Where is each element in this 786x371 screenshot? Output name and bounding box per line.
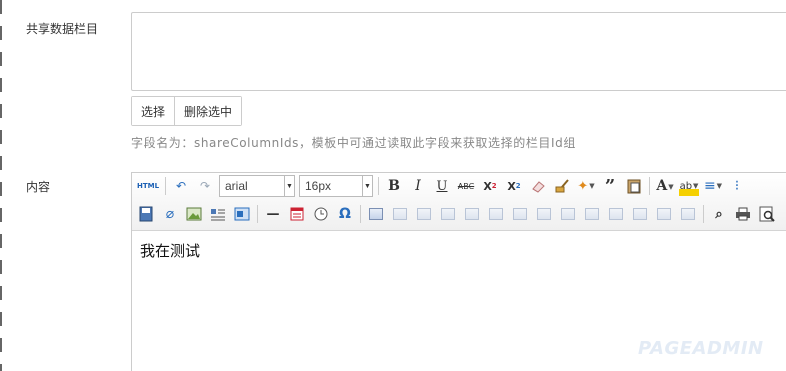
toolbar-separator: [649, 177, 650, 195]
split-cells-icon[interactable]: [609, 208, 623, 220]
table-properties-icon[interactable]: [681, 208, 695, 220]
content-label: 内容: [26, 180, 51, 194]
redo-icon[interactable]: ↷: [195, 176, 215, 196]
date-icon[interactable]: [289, 206, 305, 222]
toolbar-row-2: ⌀ — Ω ⌕: [136, 203, 781, 225]
html-source-icon[interactable]: HTML: [136, 176, 160, 196]
horizontal-rule-icon[interactable]: —: [263, 204, 283, 224]
delete-row-icon[interactable]: [465, 208, 479, 220]
image-icon[interactable]: [186, 206, 202, 222]
merge-cells-icon[interactable]: [537, 208, 551, 220]
undo-icon[interactable]: ↶: [171, 176, 191, 196]
underline-icon[interactable]: U: [432, 176, 452, 196]
pageadmin-watermark: PAGEADMIN: [638, 338, 764, 359]
merge-right-icon[interactable]: [561, 208, 575, 220]
preview-icon[interactable]: [759, 206, 775, 222]
eraser-icon[interactable]: [530, 178, 546, 194]
attachment-icon[interactable]: ⌀: [160, 204, 180, 224]
share-columns-buttons: 选择 删除选中: [131, 96, 243, 126]
highlight-color-icon[interactable]: ab ▼: [679, 176, 699, 196]
toolbar-separator: [165, 177, 166, 195]
toolbar-separator: [378, 177, 379, 195]
paste-text-icon[interactable]: [626, 178, 642, 194]
save-icon[interactable]: [138, 206, 154, 222]
find-icon[interactable]: ⌕: [709, 204, 729, 224]
delete-column-icon[interactable]: [513, 208, 527, 220]
editor-content[interactable]: 我在测试: [132, 231, 786, 270]
chevron-down-icon: ▼: [284, 176, 294, 196]
ordered-list-icon[interactable]: ≡ ▼: [703, 176, 723, 196]
insert-table-icon[interactable]: [369, 208, 383, 220]
font-size-value: 16px: [305, 179, 332, 193]
strikethrough-icon[interactable]: ABC: [456, 176, 476, 196]
share-columns-box[interactable]: [131, 12, 786, 91]
font-color-icon[interactable]: A ▼: [655, 176, 675, 196]
page-left-edge: [0, 0, 2, 371]
split-columns-icon[interactable]: [657, 208, 671, 220]
unordered-list-icon[interactable]: ⁝: [727, 176, 747, 196]
merge-down-icon[interactable]: [585, 208, 599, 220]
superscript-icon[interactable]: X2: [480, 176, 500, 196]
editor-toolbar: HTML ↶ ↷ arial ▼ 16px ▼ B I U ABC X2 X2: [132, 173, 786, 231]
auto-format-icon[interactable]: ✦ ▼: [576, 176, 596, 196]
subscript-icon[interactable]: X2: [504, 176, 524, 196]
delete-selected-button[interactable]: 删除选中: [174, 97, 242, 125]
font-size-select[interactable]: 16px ▼: [299, 175, 373, 197]
toolbar-separator: [257, 205, 258, 223]
italic-icon[interactable]: I: [408, 176, 428, 196]
print-icon[interactable]: [735, 206, 751, 222]
share-columns-label: 共享数据栏目: [26, 22, 99, 36]
split-rows-icon[interactable]: [633, 208, 647, 220]
select-button[interactable]: 选择: [132, 97, 175, 125]
format-brush-icon[interactable]: [554, 178, 570, 194]
bold-icon[interactable]: B: [384, 176, 404, 196]
table-caption-icon[interactable]: [417, 208, 431, 220]
time-icon[interactable]: [313, 206, 329, 222]
delete-table-icon[interactable]: [393, 208, 407, 220]
text-wrap-icon[interactable]: [210, 206, 226, 222]
special-char-icon[interactable]: Ω: [335, 204, 355, 224]
field-hint: 字段名为：shareColumnIds，模板中可通过读取此字段来获取选择的栏目I…: [131, 136, 576, 150]
chevron-down-icon: ▼: [362, 176, 372, 196]
toolbar-separator: [703, 205, 704, 223]
font-family-select[interactable]: arial ▼: [219, 175, 295, 197]
blockquote-icon[interactable]: ”: [600, 176, 620, 197]
insert-column-icon[interactable]: [489, 208, 503, 220]
layout-icon[interactable]: [234, 206, 250, 222]
font-family-value: arial: [225, 179, 248, 193]
toolbar-row-1: HTML ↶ ↷ arial ▼ 16px ▼ B I U ABC X2 X2: [136, 175, 751, 197]
toolbar-separator: [360, 205, 361, 223]
insert-row-icon[interactable]: [441, 208, 455, 220]
